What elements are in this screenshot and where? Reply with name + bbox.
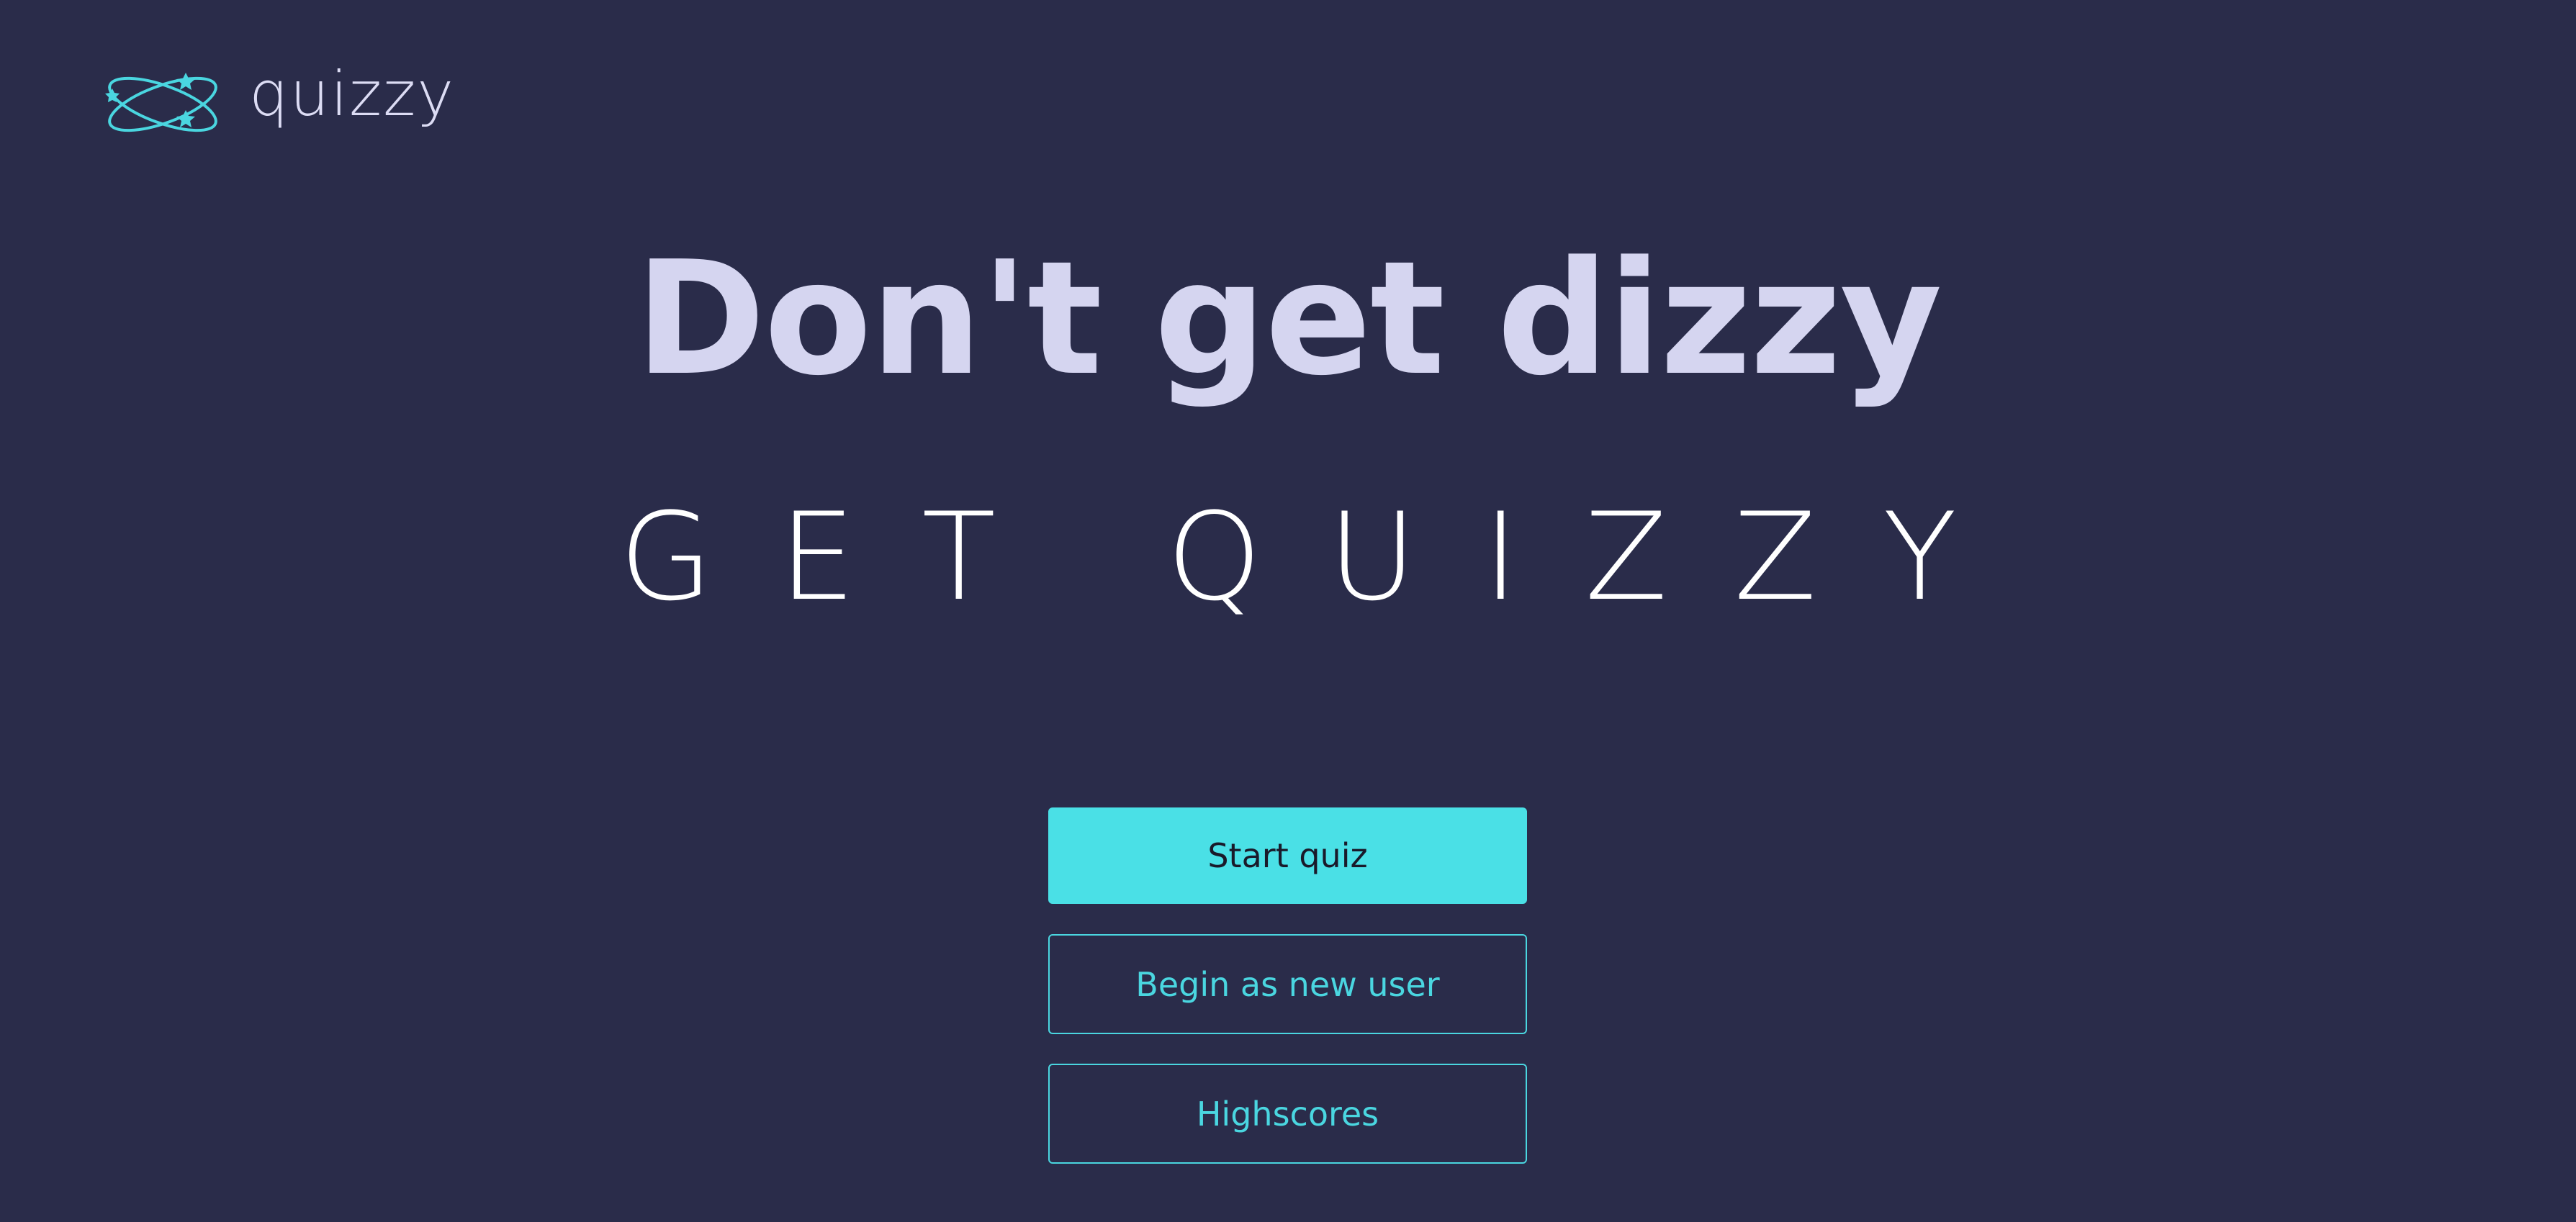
highscores-button[interactable]: Highscores [1048, 1064, 1527, 1164]
orbit-stars-icon [105, 73, 217, 132]
start-quiz-button[interactable]: Start quiz [1048, 807, 1527, 904]
new-user-button[interactable]: Begin as new user [1048, 934, 1527, 1034]
brand-name: quizzy [249, 58, 456, 130]
logo[interactable]: quizzy [105, 58, 456, 144]
hero-tagline: GET QUIZZY [619, 486, 2023, 628]
hero-headline: Don't get dizzy [635, 228, 1942, 410]
